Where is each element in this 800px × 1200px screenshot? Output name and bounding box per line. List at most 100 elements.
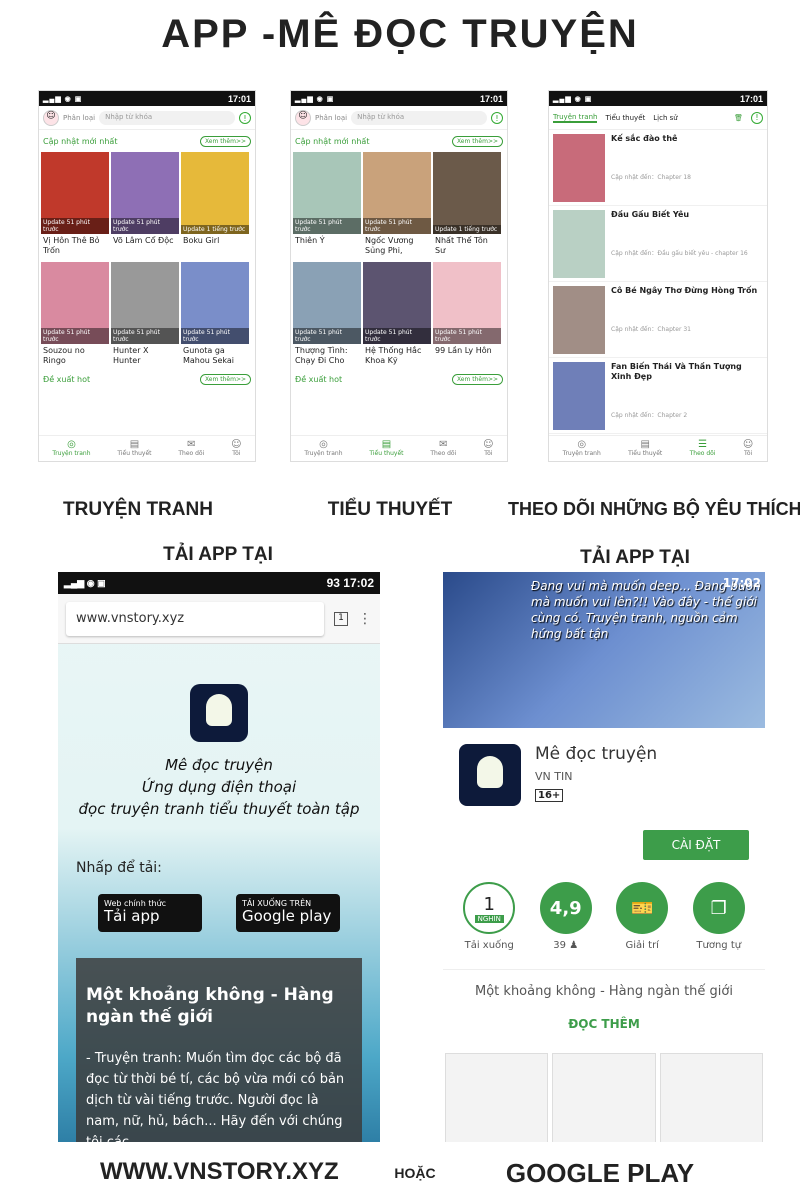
app-name: Mê đọc truyện (535, 744, 658, 764)
ticket-icon: 🎫 (616, 882, 669, 934)
status-bar: ▂▄▆ ◉ ▣ 17:01 (39, 91, 255, 106)
info-icon[interactable]: ! (491, 111, 503, 124)
tab-me[interactable]: ☺ Tôi (743, 436, 753, 461)
tab-me[interactable]: ☺ Tôi (483, 436, 493, 461)
caption-get-left: Tải app tại (163, 544, 273, 565)
phone-novels: ▂▄▆ ◉ ▣ 17:01 ☺ Phân loại Nhập từ khóa ! … (290, 90, 508, 462)
avatar-icon[interactable]: ☺ (43, 109, 59, 126)
tab-history[interactable]: Lịch sử (653, 114, 677, 122)
tab-follow[interactable]: ☰ Theo dõi (690, 436, 716, 461)
page-title: APP -Mê Đọc Truyện (161, 12, 639, 56)
see-more-button[interactable]: Xem thêm>> (451, 135, 503, 147)
store-screenshot: Đang vui mà muốn deep... Đang buồn mà mu… (443, 572, 765, 1142)
novel-item[interactable]: Update 51 phút trước 99 Lần Ly Hôn (433, 262, 501, 368)
status-bar: ▂▄▆ ◉ ▣ 93 17:02 (58, 572, 380, 594)
app-header: ☺ Phân loại Nhập từ khóa ! (291, 106, 507, 130)
app-header: ☺ Phân loại Nhập từ khóa ! (39, 106, 255, 130)
tab-comics[interactable]: ◎ Truyện tranh (52, 436, 90, 461)
app-tagline: Một khoảng không - Hàng ngàn thế giới (443, 969, 765, 999)
caption-comics: Truyện tranh (63, 499, 213, 520)
novel-item[interactable]: Update 51 phút trước Ngốc Vương Sủng Phi, (363, 152, 431, 258)
age-rating-badge: 16+ (535, 789, 564, 802)
follow-item[interactable]: Cô Bé Ngây Thơ Đừng Hòng Trốn Cập nhật đế… (549, 282, 767, 358)
section-hot: Đề xuất hot Xem thêm>> (291, 368, 507, 390)
follow-tabs: Truyện tranh Tiểu thuyết Lịch sử 🗑 ! (549, 106, 767, 130)
comic-item[interactable]: Update 51 phút trước Vị Hôn Thê Bỏ Trốn (41, 152, 109, 258)
url-input[interactable]: www.vnstory.xyz (66, 601, 324, 636)
cards-icon: ❐ (692, 882, 745, 934)
comic-item[interactable]: Update 51 phút trước Võ Lâm Cổ Độc (111, 152, 179, 258)
see-more-button[interactable]: Xem thêm>> (451, 373, 503, 385)
rating-stat[interactable]: 4,9 39 ♟ (531, 882, 601, 951)
collage: APP -Mê Đọc Truyện ▂▄▆ ◉ ▣ 17:01 ☺ Phân l… (0, 0, 800, 1200)
google-play-button[interactable]: TẢI XUỐNG TRÊN Google play (236, 894, 340, 932)
tab-follow-novels[interactable]: Tiểu thuyết (605, 114, 645, 122)
follow-item[interactable]: Đầu Gấu Biết Yêu Cập nhật đến：Đầu gấu biế… (549, 206, 767, 282)
browser-screenshot: ▂▄▆ ◉ ▣ 93 17:02 www.vnstory.xyz 1 ⋮ Mê đ… (58, 572, 380, 1142)
promo-banner: Đang vui mà muốn deep... Đang buồn mà mu… (443, 572, 765, 728)
download-app-button[interactable]: Web chính thức Tải app (98, 894, 202, 932)
status-bar: ▂▄▆ ◉ ▣ 17:01 (291, 91, 507, 106)
tab-novels[interactable]: ▤ Tiểu thuyết (369, 436, 403, 461)
novel-item[interactable]: Update 51 phút trước Thượng Tình: Chạy Đi… (293, 262, 361, 368)
browser-toolbar: www.vnstory.xyz 1 ⋮ (58, 594, 380, 644)
comic-item[interactable]: Update 51 phút trước Hunter X Hunter (111, 262, 179, 368)
intro-card: Một khoảng không - Hàng ngàn thế giới - … (76, 958, 362, 1142)
tab-follow[interactable]: ✉ Theo dõi (430, 436, 456, 461)
read-more-button[interactable]: ĐỌC THÊM (443, 1017, 765, 1031)
info-icon[interactable]: ! (751, 111, 763, 124)
phone-comics: ▂▄▆ ◉ ▣ 17:01 ☺ Phân loại Nhập từ khóa ! … (38, 90, 256, 462)
menu-icon[interactable]: ⋮ (358, 611, 372, 627)
comic-item[interactable]: Update 51 phút trước Gunota ga Mahou Seka… (181, 262, 249, 368)
download-prompt: Nhấp để tải: (76, 860, 162, 876)
app-icon (459, 744, 521, 806)
novel-item[interactable]: Update 51 phút trước Thiên Ý (293, 152, 361, 258)
downloads-stat: 1 NGHÌN Tải xuống (454, 882, 524, 951)
tab-novels[interactable]: ▤ Tiểu thuyết (628, 436, 662, 461)
genre-stat[interactable]: 🎫 Giải trí (607, 882, 677, 951)
install-button[interactable]: CÀI ĐẶT (643, 830, 749, 860)
screenshots-strip[interactable] (443, 1053, 765, 1142)
caption-store: Google Play (505, 1158, 695, 1188)
similar-stat[interactable]: ❐ Tương tự (684, 882, 754, 951)
developer[interactable]: VN TIN (535, 770, 657, 783)
app-intro: Mê đọc truyện Ứng dụng điện thoại đọc tr… (78, 756, 360, 818)
tab-follow-comics[interactable]: Truyện tranh (553, 113, 598, 123)
app-info: Mê đọc truyện VN TIN 16+ (443, 728, 765, 822)
status-bar: ▂▄▆ ◉ ▣ 17:01 (549, 91, 767, 106)
avatar-icon[interactable]: ☺ (295, 109, 311, 126)
tab-comics[interactable]: ◎ Truyện tranh (304, 436, 342, 461)
follow-item[interactable]: Fan Biến Thái Và Thần Tượng Xinh Đẹp Cập … (549, 358, 767, 434)
bottom-nav: ◎ Truyện tranh ▤ Tiểu thuyết ✉ Theo dõi ☺ Tô… (39, 435, 255, 461)
follow-item[interactable]: Kế sắc đào thê Cập nhật đến：Chapter 18 (549, 130, 767, 206)
search-input[interactable]: Nhập từ khóa (351, 110, 487, 125)
comic-item[interactable]: Update 1 tiếng trước Boku Girl (181, 152, 249, 258)
bottom-nav: ◎ Truyện tranh ▤ Tiểu thuyết ✉ Theo dõi ☺ Tô… (291, 435, 507, 461)
tab-comics[interactable]: ◎ Truyện tranh (563, 436, 601, 461)
app-logo (190, 684, 248, 742)
tab-follow[interactable]: ✉ Theo dõi (178, 436, 204, 461)
bottom-nav: ◎ Truyện tranh ▤ Tiểu thuyết ☰ Theo dõi ☺ Tô… (549, 435, 767, 461)
tab-me[interactable]: ☺ Tôi (231, 436, 241, 461)
screenshot-thumb (445, 1053, 549, 1142)
screenshot-thumb (552, 1053, 656, 1142)
novel-item[interactable]: Update 1 tiếng trước Nhất Thế Tôn Sư (433, 152, 501, 258)
category-button[interactable]: Phân loại (63, 114, 95, 122)
info-icon[interactable]: ! (239, 111, 251, 124)
category-button[interactable]: Phân loại (315, 114, 347, 122)
screenshot-thumb (659, 1053, 763, 1142)
tabs-button[interactable]: 1 (334, 611, 348, 626)
phone-follow: ▂▄▆ ◉ ▣ 17:01 Truyện tranh Tiểu thuyết Lị… (548, 90, 768, 462)
caption-get-right: Tải app tại (580, 547, 690, 568)
caption-or: hoặc (394, 1165, 436, 1181)
see-more-button[interactable]: Xem thêm>> (199, 373, 251, 385)
search-input[interactable]: Nhập từ khóa (99, 110, 235, 125)
trash-icon[interactable]: 🗑 (734, 114, 743, 122)
see-more-button[interactable]: Xem thêm>> (199, 135, 251, 147)
tab-novels[interactable]: ▤ Tiểu thuyết (117, 436, 151, 461)
comic-item[interactable]: Update 51 phút trước Souzou no Ringo (41, 262, 109, 368)
novel-item[interactable]: Update 51 phút trước Hệ Thống Hắc Khoa Kỹ (363, 262, 431, 368)
caption-follow: Theo dõi những bộ yêu thích (508, 499, 800, 519)
section-hot: Đề xuất hot Xem thêm>> (39, 368, 255, 390)
section-latest: Cập nhật mới nhất Xem thêm>> (291, 130, 507, 152)
